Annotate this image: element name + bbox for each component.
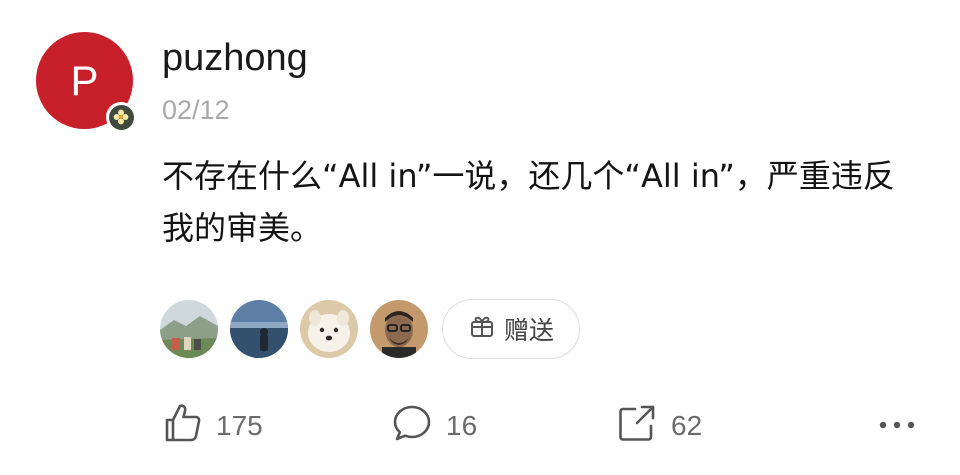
seaside-person-avatar[interactable] [230, 300, 288, 358]
gift-button[interactable]: 赠送 [442, 299, 580, 359]
flower-badge-icon [106, 102, 136, 132]
gift-icon [468, 312, 496, 346]
post-text: 不存在什么“All in”一说，还几个“All in”，严重违反我的审美。 [162, 157, 895, 247]
more-button[interactable] [875, 400, 919, 452]
man-with-glasses-avatar[interactable] [370, 300, 428, 358]
speech-bubble-icon [390, 401, 434, 452]
thumbs-up-icon [160, 401, 204, 452]
mountain-landscape-avatar[interactable] [160, 300, 218, 358]
gift-button-label: 赠送 [503, 316, 554, 345]
like-button[interactable]: 175 [160, 400, 263, 452]
avatar-letter: P [70, 56, 99, 104]
white-dog-avatar[interactable] [300, 300, 358, 358]
share-button[interactable]: 62 [615, 400, 702, 452]
more-dots-icon [875, 401, 919, 452]
username[interactable]: puzhong [162, 36, 308, 80]
post-date: 02/12 [162, 95, 230, 125]
share-icon [615, 401, 659, 452]
comment-count: 16 [446, 410, 478, 441]
like-count: 175 [216, 410, 263, 441]
share-count: 62 [671, 410, 703, 441]
gift-row: 赠送 [160, 296, 580, 362]
comment-button[interactable]: 16 [390, 400, 477, 452]
action-bar: 175 16 62 [160, 400, 920, 452]
